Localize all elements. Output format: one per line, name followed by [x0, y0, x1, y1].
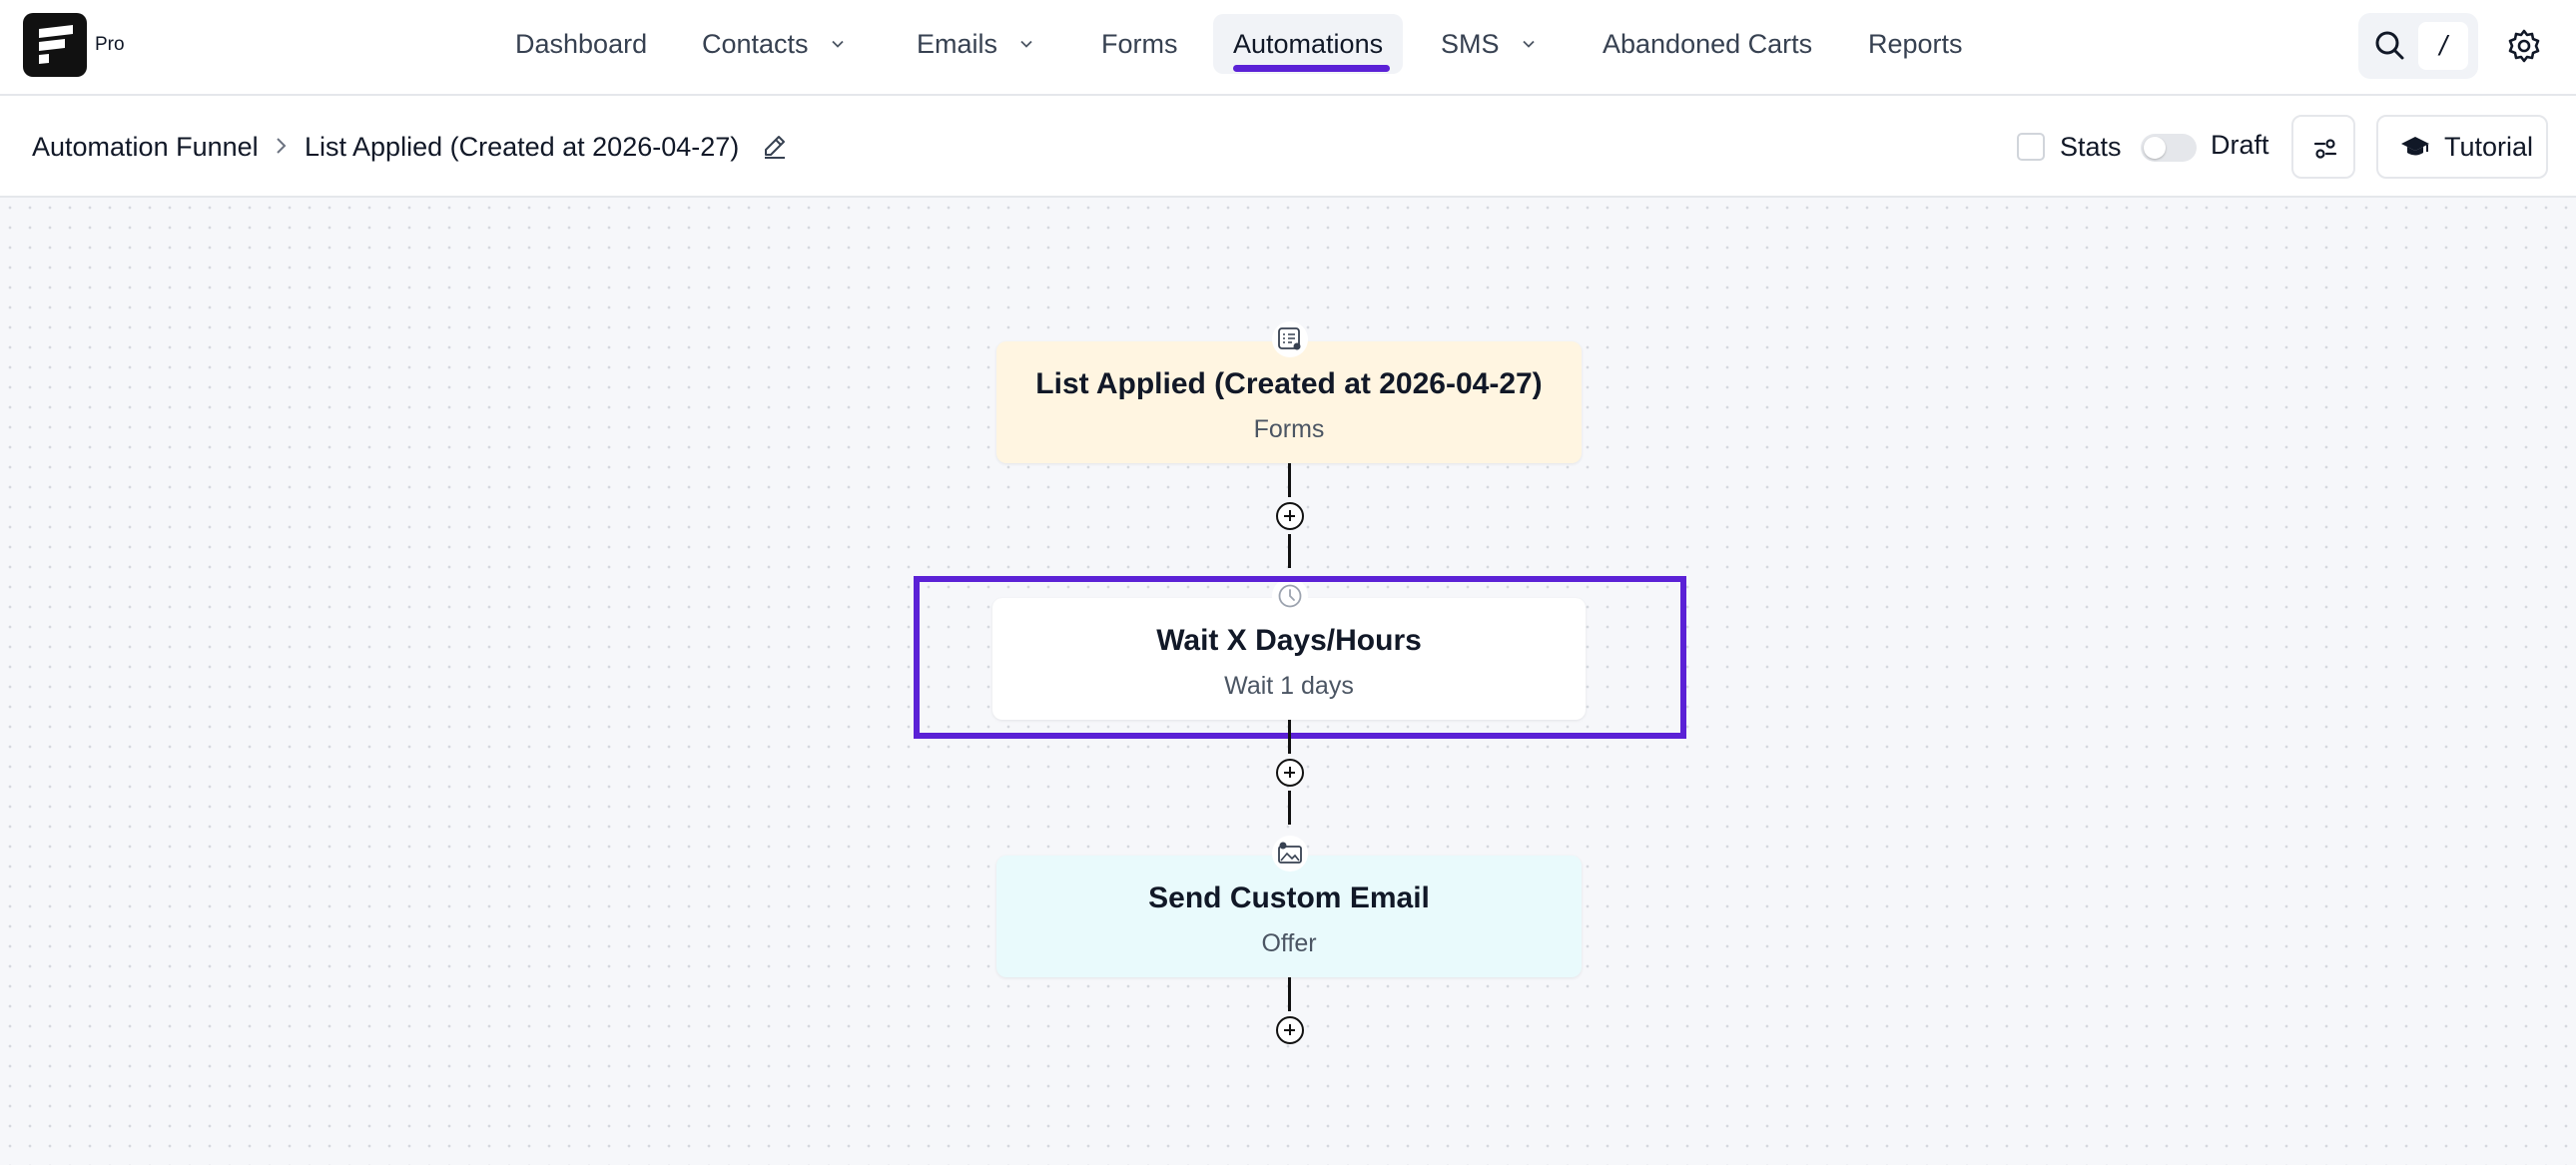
nav-abandoned-carts[interactable]: Abandoned Carts — [1603, 14, 1812, 74]
main-nav: Dashboard Contacts Emails Forms Automati… — [0, 0, 2576, 96]
node-subtitle: Wait 1 days — [1224, 672, 1354, 700]
draft-toggle[interactable] — [2141, 134, 2197, 162]
gear-icon[interactable] — [2504, 26, 2544, 66]
active-nav-indicator — [1233, 65, 1390, 72]
add-step-button[interactable] — [1276, 759, 1304, 787]
stats-checkbox[interactable] — [2017, 133, 2045, 161]
email-image-icon — [1272, 836, 1308, 872]
nav-reports[interactable]: Reports — [1868, 14, 1963, 74]
nav-contacts[interactable]: Contacts — [702, 14, 845, 74]
add-step-button[interactable] — [1276, 502, 1304, 530]
nav-emails-label: Emails — [917, 28, 998, 59]
breadcrumb-current: List Applied (Created at 2026-04-27) — [305, 132, 740, 162]
top-navigation-bar: Pro Dashboard Contacts Emails Forms Auto… — [0, 0, 2576, 96]
breadcrumb-parent[interactable]: Automation Funnel — [32, 132, 259, 163]
nav-contacts-label: Contacts — [702, 28, 809, 59]
nav-dashboard[interactable]: Dashboard — [515, 14, 647, 74]
nav-forms[interactable]: Forms — [1101, 14, 1178, 74]
search-icon[interactable] — [2370, 26, 2410, 66]
chevron-down-icon — [831, 40, 844, 48]
chevron-down-icon — [1522, 40, 1535, 48]
add-step-button[interactable] — [1276, 1016, 1304, 1044]
automation-canvas[interactable]: List Applied (Created at 2026-04-27) For… — [0, 198, 2576, 1165]
connector-line — [1288, 791, 1291, 825]
nav-reports-label: Reports — [1868, 28, 1963, 59]
chevron-down-icon — [1020, 40, 1032, 48]
tutorial-button[interactable]: Tutorial — [2376, 115, 2548, 179]
toggle-knob — [2144, 137, 2166, 159]
funnel-node-email[interactable]: Send Custom Email Offer — [996, 856, 1582, 977]
sliders-icon — [2313, 139, 2337, 159]
connector-line — [1288, 977, 1291, 1011]
pencil-icon[interactable] — [761, 132, 789, 160]
funnel-header: Automation Funnel List Applied (Created … — [0, 96, 2576, 198]
stats-label: Stats — [2060, 132, 2122, 162]
global-search[interactable]: / — [2358, 13, 2478, 79]
chevron-right-icon — [277, 138, 287, 154]
connector-line — [1288, 534, 1291, 568]
nav-emails[interactable]: Emails — [917, 14, 1033, 74]
node-title: Send Custom Email — [1148, 881, 1430, 914]
connector-line — [1288, 463, 1291, 497]
nav-forms-label: Forms — [1101, 28, 1178, 59]
nav-automations-label: Automations — [1233, 28, 1384, 59]
nav-sms[interactable]: SMS — [1441, 14, 1536, 74]
node-title: List Applied (Created at 2026-04-27) — [1035, 367, 1543, 400]
tutorial-label: Tutorial — [2444, 131, 2534, 162]
funnel-settings-button[interactable] — [2291, 115, 2355, 179]
funnel-node-wait[interactable]: Wait X Days/Hours Wait 1 days — [992, 598, 1586, 720]
nav-sms-label: SMS — [1441, 28, 1500, 59]
node-title: Wait X Days/Hours — [1156, 624, 1422, 657]
funnel-node-trigger[interactable]: List Applied (Created at 2026-04-27) For… — [996, 341, 1582, 463]
draft-status-label: Draft — [2211, 130, 2269, 160]
form-list-icon — [1272, 321, 1308, 357]
search-shortcut-key: / — [2418, 22, 2468, 70]
connector-line — [1288, 720, 1291, 754]
nav-abandoned-carts-label: Abandoned Carts — [1603, 28, 1813, 59]
graduation-cap-icon — [2401, 137, 2429, 156]
clock-icon — [1272, 578, 1308, 614]
node-subtitle: Offer — [1261, 929, 1317, 957]
nav-dashboard-label: Dashboard — [515, 28, 648, 59]
node-subtitle: Forms — [1253, 415, 1325, 443]
